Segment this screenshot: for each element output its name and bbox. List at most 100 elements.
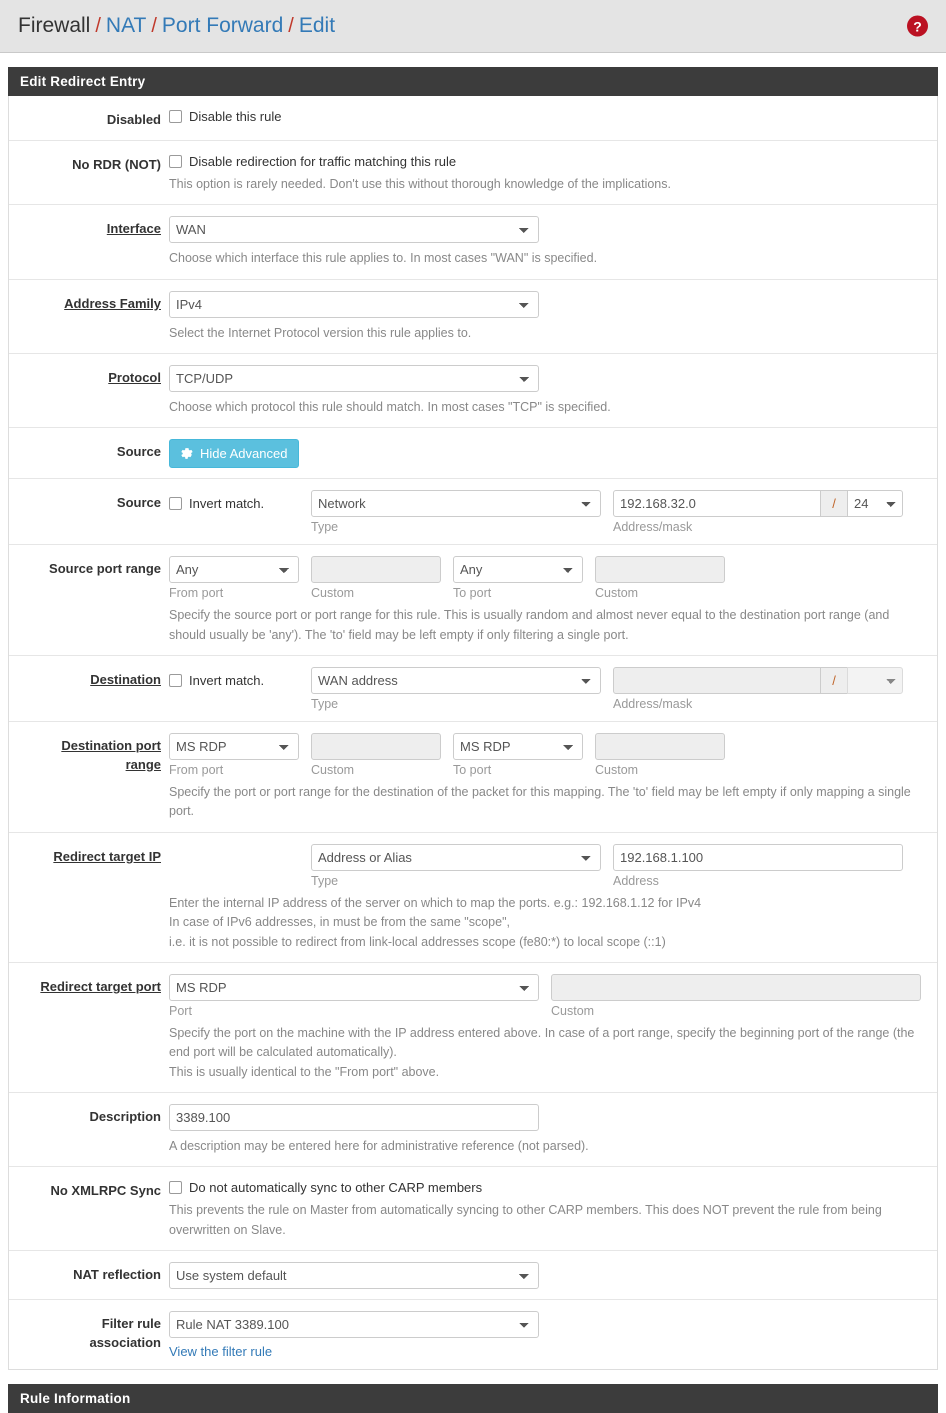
destination-to-custom-sublabel: Custom — [595, 763, 639, 778]
interface-help: Choose which interface this rule applies… — [169, 251, 598, 266]
destination-address-input[interactable] — [613, 667, 821, 695]
disable-rule-label: Disable this rule — [189, 109, 282, 124]
nat-reflection-select[interactable]: Use system default — [169, 1262, 539, 1290]
label-redirect-target-ip: Redirect target IP — [53, 848, 161, 864]
row-address-family: Address Family IPv4 Select the Internet … — [9, 280, 937, 354]
label-address-family: Address Family — [64, 295, 161, 311]
destination-from-port-sublabel: From port — [169, 763, 224, 778]
row-no-rdr: No RDR (NOT) Disable redirection for tra… — [9, 141, 937, 206]
interface-select[interactable]: WAN — [169, 216, 539, 244]
filter-rule-association-select[interactable]: Rule NAT 3389.100 — [169, 1311, 539, 1339]
disable-rule-checkbox[interactable] — [169, 110, 182, 123]
row-interface: Interface WAN Choose which interface thi… — [9, 205, 937, 280]
label-interface: Interface — [106, 221, 161, 237]
label-filter-rule-association: Filter rule association — [89, 1316, 161, 1351]
destination-address-group: / — [613, 667, 903, 695]
breadcrumb-item-port-forward[interactable]: Port Forward — [162, 14, 283, 38]
protocol-select[interactable]: TCP/UDP — [169, 364, 539, 392]
label-redirect-target-port: Redirect target port — [40, 978, 161, 994]
breadcrumb: Firewall / NAT / Port Forward / Edit — [18, 14, 335, 38]
panel-title-rule-information: Rule Information — [8, 1384, 938, 1413]
breadcrumb-item-edit[interactable]: Edit — [299, 14, 335, 38]
label-source: Source — [116, 495, 161, 511]
source-to-custom-input[interactable] — [595, 556, 725, 584]
address-family-select[interactable]: IPv4 — [169, 290, 539, 318]
source-mask-select[interactable]: 24 — [847, 490, 903, 518]
breadcrumb-bar: Firewall / NAT / Port Forward / Edit ? — [0, 0, 946, 53]
row-description: Description A description may be entered… — [9, 1093, 937, 1168]
destination-from-port-select[interactable]: MS RDP — [169, 733, 299, 761]
breadcrumb-separator: / — [95, 15, 101, 37]
redirect-target-ip-type-sublabel: Type — [311, 873, 339, 888]
no-xmlrpc-sync-help: This prevents the rule on Master from au… — [169, 1203, 882, 1237]
label-disabled: Disabled — [106, 112, 161, 127]
destination-type-sublabel: Type — [311, 697, 339, 712]
address-family-help: Select the Internet Protocol version thi… — [169, 325, 472, 340]
source-from-port-sublabel: From port — [169, 586, 224, 601]
protocol-help: Choose which protocol this rule should m… — [169, 399, 611, 414]
destination-to-custom-input[interactable] — [595, 733, 725, 761]
source-type-select[interactable]: Network — [311, 490, 601, 518]
label-source-advanced: Source — [116, 444, 161, 460]
destination-mask-select[interactable] — [847, 667, 903, 695]
row-source-port-range: Source port range Any From port Custom A… — [9, 545, 937, 657]
no-rdr-checkbox[interactable] — [169, 154, 182, 168]
redirect-target-port-custom-sublabel: Custom — [551, 1003, 595, 1018]
help-icon[interactable]: ? — [907, 15, 928, 37]
edit-redirect-entry-panel: Edit Redirect Entry Disabled Disable thi… — [8, 67, 938, 1371]
label-description: Description — [89, 1109, 161, 1125]
view-filter-rule-link[interactable]: View the filter rule — [169, 1344, 272, 1359]
gear-icon — [179, 446, 194, 461]
destination-from-custom-input[interactable] — [311, 733, 441, 761]
source-to-port-sublabel: To port — [453, 586, 492, 601]
row-destination-port-range: Destination port range MS RDP From port … — [9, 722, 937, 833]
destination-invert-label: Invert match. — [189, 673, 265, 689]
source-from-custom-sublabel: Custom — [311, 586, 355, 601]
destination-invert-checkbox[interactable] — [169, 674, 182, 688]
destination-from-custom-sublabel: Custom — [311, 763, 355, 778]
hide-advanced-button[interactable]: Hide Advanced — [169, 439, 300, 469]
row-redirect-target-port: Redirect target port MS RDP Port Custom — [9, 963, 937, 1094]
destination-slash: / — [821, 667, 847, 695]
label-source-port-range: Source port range — [49, 561, 161, 577]
destination-to-port-select[interactable]: MS RDP — [453, 733, 583, 761]
row-destination: Destination Invert match. WAN address Ty… — [9, 656, 937, 723]
redirect-target-port-help: Specify the port on the machine with the… — [169, 1025, 915, 1079]
source-invert-label: Invert match. — [189, 496, 265, 512]
source-address-sublabel: Address/mask — [613, 520, 693, 535]
redirect-target-ip-input[interactable] — [613, 843, 903, 871]
row-filter-rule-association: Filter rule association Rule NAT 3389.10… — [9, 1300, 937, 1369]
destination-type-select[interactable]: WAN address — [311, 667, 601, 695]
source-invert-checkbox[interactable] — [169, 497, 182, 511]
row-no-xmlrpc-sync: No XMLRPC Sync Do not automatically sync… — [9, 1167, 937, 1252]
no-xmlrpc-sync-checkbox[interactable] — [169, 1181, 182, 1195]
breadcrumb-item-nat[interactable]: NAT — [106, 14, 146, 38]
rule-information-panel: Rule Information — [8, 1384, 938, 1413]
source-address-group: / 24 — [613, 490, 903, 518]
row-disabled: Disabled Disable this rule — [9, 96, 937, 141]
destination-address-sublabel: Address/mask — [613, 697, 693, 712]
redirect-target-port-select[interactable]: MS RDP — [169, 973, 539, 1001]
row-protocol: Protocol TCP/UDP Choose which protocol t… — [9, 354, 937, 429]
source-to-custom-sublabel: Custom — [595, 586, 639, 601]
description-help: A description may be entered here for ad… — [169, 1139, 589, 1154]
description-input[interactable] — [169, 1104, 539, 1132]
destination-port-range-help: Specify the port or port range for the d… — [169, 785, 911, 819]
source-to-port-select[interactable]: Any — [453, 556, 583, 584]
label-nat-reflection: NAT reflection — [73, 1267, 161, 1283]
redirect-target-ip-sublabel: Address — [613, 873, 659, 888]
source-from-custom-input[interactable] — [311, 556, 441, 584]
label-no-xmlrpc-sync: No XMLRPC Sync — [50, 1183, 161, 1199]
label-protocol: Protocol — [108, 369, 161, 385]
source-address-input[interactable] — [613, 490, 821, 518]
row-nat-reflection: NAT reflection Use system default — [9, 1251, 937, 1301]
redirect-target-ip-type-select[interactable]: Address or Alias — [311, 843, 601, 871]
source-from-port-select[interactable]: Any — [169, 556, 299, 584]
hide-advanced-label: Hide Advanced — [200, 446, 288, 462]
breadcrumb-separator: / — [151, 15, 157, 37]
redirect-target-port-custom-input[interactable] — [551, 973, 921, 1001]
no-rdr-help: This option is rarely needed. Don't use … — [169, 176, 671, 191]
source-slash: / — [821, 490, 847, 518]
label-destination-port-range: Destination port range — [61, 738, 161, 772]
row-source: Source Invert match. Network Type 192.16… — [9, 479, 937, 546]
